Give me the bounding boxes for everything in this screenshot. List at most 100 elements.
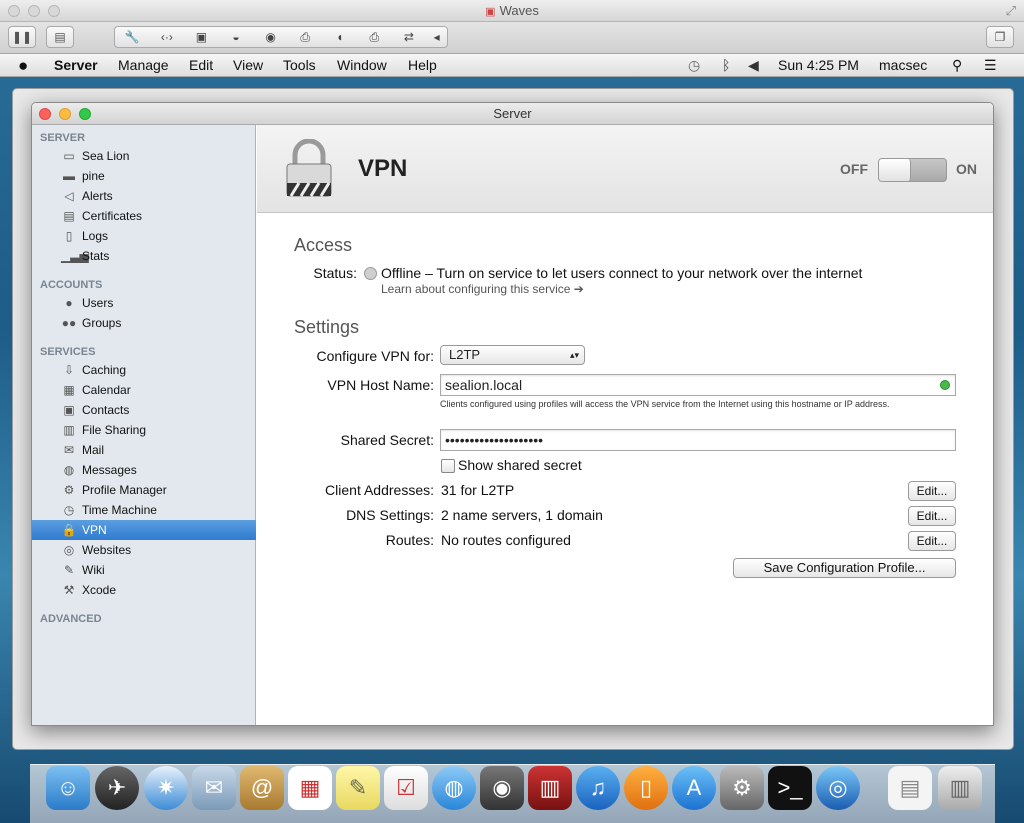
finder-icon[interactable]: ☺ (46, 766, 90, 810)
menu-edit[interactable]: Edit (189, 54, 213, 77)
vm-title-bar: ▣ Waves ⤢ (0, 0, 1024, 22)
menu-window[interactable]: Window (337, 54, 387, 77)
mouse-icon[interactable]: ◖ (322, 27, 357, 47)
arrow-circle-icon: ➔ (573, 282, 584, 296)
vpn-host-name-field[interactable]: sealion.local (440, 374, 956, 396)
contacts-app-icon[interactable]: @ (240, 766, 284, 810)
sidebar-item-caching[interactable]: ⇩ Caching (32, 360, 256, 380)
itunes-icon[interactable]: ♫ (576, 766, 620, 810)
sidebar-item-users[interactable]: ● Users (32, 293, 256, 313)
settings-icon[interactable]: ▣ (184, 27, 219, 47)
sidebar-item-websites[interactable]: ◎ Websites (32, 540, 256, 560)
client-addresses-label: Client Addresses: (325, 482, 434, 498)
sidebar-item-vpn[interactable]: 🔒 VPN (32, 520, 256, 540)
sidebar-item-logs[interactable]: ▯ Logs (32, 226, 256, 246)
photo-booth-icon[interactable]: ▥ (528, 766, 572, 810)
sidebar-item-time-machine[interactable]: ◷ Time Machine (32, 500, 256, 520)
menubar-user[interactable]: macsec (879, 54, 927, 77)
menubar-clock[interactable]: Sun 4:25 PM (778, 54, 859, 77)
section-advanced[interactable]: ADVANCED (40, 613, 102, 625)
printer-icon[interactable]: ⎙ (288, 27, 323, 47)
hammer-icon: ⚒ (63, 583, 75, 597)
app-store-icon[interactable]: A (672, 766, 716, 810)
vm-toolbar: ❚❚ ▤ 🔧 ‹·› ▣ ◒ ◉ ⎙ ◖ ⎙ ⇄ ◂ ❐ (0, 22, 1024, 54)
mail-app-icon[interactable]: ✉ (192, 766, 236, 810)
save-configuration-profile-button[interactable]: Save Configuration Profile... (733, 558, 956, 578)
menu-app-server[interactable]: Server (54, 54, 98, 77)
camera-icon[interactable]: ◉ (253, 27, 288, 47)
vm-zoom-button[interactable] (48, 5, 60, 17)
menu-view[interactable]: View (233, 54, 263, 77)
fullscreen-icon[interactable]: ⤢ (1006, 0, 1016, 22)
vm-close-button[interactable] (8, 5, 20, 17)
menu-help[interactable]: Help (408, 54, 437, 77)
usb-icon[interactable]: ⎙ (357, 27, 392, 47)
network-icon[interactable]: ‹·› (150, 27, 185, 47)
shared-secret-field[interactable]: •••••••••••••••••••• (440, 429, 956, 451)
apple-icon[interactable]: ● (18, 54, 28, 77)
service-toggle[interactable] (878, 158, 947, 182)
sidebar-item-groups[interactable]: ●● Groups (32, 313, 256, 333)
configure-vpn-select[interactable]: L2TP ▴▾ (440, 345, 585, 365)
sidebar-item-sea-lion[interactable]: ▭ Sea Lion (32, 146, 256, 166)
wrench-icon[interactable]: 🔧 (115, 27, 150, 47)
sidebar-item-messages[interactable]: ◍ Messages (32, 460, 256, 480)
lock-icon: 🔒 (61, 523, 77, 537)
edit-dns-settings-button[interactable]: Edit... (908, 506, 956, 526)
vm-minimize-button[interactable] (28, 5, 40, 17)
sidebar-item-calendar[interactable]: ▦ Calendar (32, 380, 256, 400)
configure-vpn-label: Configure VPN for: (316, 348, 435, 364)
menu-bar: ● Server Manage Edit View Tools Window H… (0, 54, 1024, 77)
sidebar-item-contacts[interactable]: ▣ Contacts (32, 400, 256, 420)
notes-app-icon[interactable]: ✎ (336, 766, 380, 810)
sharing-icon[interactable]: ⇄ (392, 27, 427, 47)
safari-icon[interactable]: ✷ (144, 766, 188, 810)
chevron-left-icon[interactable]: ◂ (426, 27, 447, 47)
pause-button[interactable]: ❚❚ (8, 26, 36, 48)
server-app-icon[interactable]: ◎ (816, 766, 860, 810)
messages-app-icon[interactable]: ◍ (432, 766, 476, 810)
edit-routes-button[interactable]: Edit... (908, 531, 956, 551)
calendar-app-icon[interactable]: ▦ (288, 766, 332, 810)
edit-client-addresses-button[interactable]: Edit... (908, 481, 956, 501)
system-preferences-icon[interactable]: ⚙ (720, 766, 764, 810)
menu-tools[interactable]: Tools (283, 54, 316, 77)
certificate-icon: ▤ (63, 209, 75, 223)
show-secret-checkbox[interactable] (441, 459, 455, 473)
launchpad-icon[interactable]: ✈ (95, 766, 139, 810)
sidebar-item-file-sharing[interactable]: ▥ File Sharing (32, 420, 256, 440)
facetime-app-icon[interactable]: ◉ (480, 766, 524, 810)
snapshot-button[interactable]: ▤ (46, 26, 74, 48)
disk-icon[interactable]: ◒ (219, 27, 254, 47)
spotlight-icon[interactable]: ⚲ (952, 54, 962, 77)
sidebar-item-xcode[interactable]: ⚒ Xcode (32, 580, 256, 600)
time-machine-status-icon[interactable]: ◷ (688, 54, 700, 77)
terminal-icon[interactable]: >_ (768, 766, 812, 810)
bluetooth-icon[interactable]: ᛒ (722, 54, 730, 77)
toggle-knob[interactable] (879, 159, 911, 181)
menu-manage[interactable]: Manage (118, 54, 169, 77)
trash-icon[interactable]: ▥ (938, 766, 982, 810)
minimize-button[interactable] (59, 108, 71, 120)
zoom-button[interactable] (79, 108, 91, 120)
sidebar-item-mail[interactable]: ✉ Mail (32, 440, 256, 460)
wiki-icon: ✎ (63, 563, 75, 577)
service-title: VPN (358, 155, 408, 182)
sidebar-item-certificates[interactable]: ▤ Certificates (32, 206, 256, 226)
volume-icon[interactable]: ◀ (748, 54, 759, 77)
window-mode-button[interactable]: ❐ (986, 26, 1014, 48)
notification-center-icon[interactable]: ☰ (984, 54, 997, 77)
learn-more-link[interactable]: Learn about configuring this service ➔ (381, 282, 584, 296)
reminders-app-icon[interactable]: ☑ (384, 766, 428, 810)
document-icon[interactable]: ▤ (888, 766, 932, 810)
close-button[interactable] (39, 108, 51, 120)
sidebar-item-wiki[interactable]: ✎ Wiki (32, 560, 256, 580)
sidebar-item-stats[interactable]: ▁▃▅ Stats (32, 246, 256, 266)
show-secret-label[interactable]: Show shared secret (458, 457, 582, 473)
valid-status-icon (940, 380, 950, 390)
routes-label: Routes: (385, 532, 434, 548)
ibooks-icon[interactable]: ▯ (624, 766, 668, 810)
sidebar-item-alerts[interactable]: ◁ Alerts (32, 186, 256, 206)
sidebar-item-pine[interactable]: ▬ pine (32, 166, 256, 186)
sidebar-item-profile-manager[interactable]: ⚙ Profile Manager (32, 480, 256, 500)
